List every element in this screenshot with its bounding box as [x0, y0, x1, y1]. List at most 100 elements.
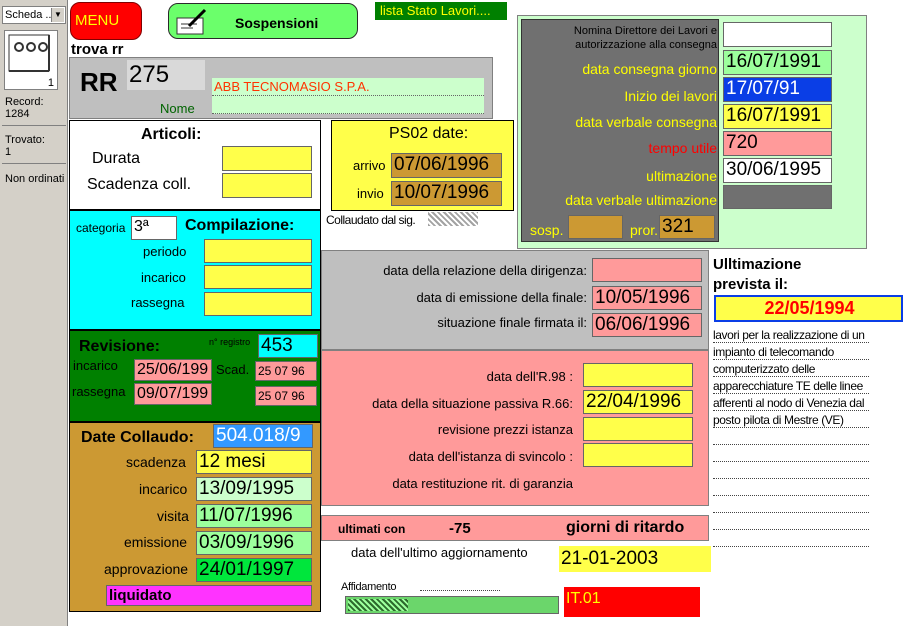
record-value: 1284 — [5, 108, 30, 120]
registro-field[interactable]: 453 — [258, 334, 318, 358]
company-name-field[interactable]: ABB TECNOMASIO S.P.A. — [212, 78, 484, 96]
periodo-field[interactable] — [204, 239, 312, 263]
verbale-ultimazione-field[interactable] — [723, 185, 832, 209]
page-number: 1 — [47, 77, 54, 89]
invio-field[interactable]: 10/07/1996 — [391, 181, 502, 206]
inizio-field[interactable]: 17/07/91 — [723, 77, 832, 102]
tempo-utile-field[interactable]: 720 — [723, 131, 832, 156]
collaudo-incarico-field[interactable]: 13/09/1995 — [196, 477, 312, 501]
liquidato-toggle[interactable]: liquidato — [106, 585, 312, 606]
r98-field[interactable] — [583, 363, 693, 387]
firmata-label: situazione finale firmata il: — [437, 315, 587, 330]
revisione-incarico-field[interactable]: 25/06/199 — [134, 359, 212, 381]
durata-field[interactable] — [222, 146, 312, 171]
chevron-down-icon[interactable]: ▼ — [51, 8, 64, 22]
svincolo-field[interactable] — [583, 443, 693, 467]
sospensioni-button[interactable]: Sospensioni — [168, 3, 358, 39]
revisione-rassegna-label: rassegna — [72, 384, 126, 399]
categoria-field[interactable]: 3ª — [131, 216, 177, 240]
firmata-field[interactable]: 06/06/1996 — [592, 313, 702, 337]
menu-button[interactable]: MENU — [70, 2, 142, 40]
collaudo-emissione-field[interactable]: 03/09/1996 — [196, 531, 312, 555]
pror-label: pror. — [630, 222, 659, 238]
scad1-field[interactable]: 25 07 96 — [255, 361, 317, 381]
affidamento-field[interactable] — [345, 596, 559, 614]
categoria-label: categoria — [76, 221, 126, 235]
scadenza-coll-label: Scadenza coll. — [87, 176, 192, 193]
nomina-field[interactable] — [723, 22, 832, 47]
dirigenza-label: data della relazione della dirigenza: — [383, 263, 587, 278]
sidebar-divider — [2, 125, 66, 126]
invio-label: invio — [357, 186, 384, 201]
periodo-label: periodo — [143, 244, 187, 259]
ring-binder-icon[interactable]: 1 — [4, 30, 58, 90]
incarico-label: incarico — [141, 270, 186, 285]
ultimazione-label: ultimazione — [646, 168, 717, 184]
emissione-finale-label: data di emissione della finale: — [416, 290, 587, 305]
arrivo-field[interactable]: 07/06/1996 — [391, 153, 502, 178]
rr-number-field[interactable]: 275 — [127, 60, 205, 90]
collaudo-incarico-label: incarico — [139, 481, 188, 497]
ultimazione-field[interactable]: 30/06/1995 — [723, 158, 832, 183]
emissione-finale-field[interactable]: 10/05/1996 — [592, 286, 702, 310]
ultimazione-prevista-title-text: Ulltimazione prevista il: — [713, 256, 802, 293]
trova-rr-label[interactable]: trova rr — [71, 41, 124, 58]
collaudo-title: Date Collaudo: — [81, 429, 194, 446]
scadenza-field[interactable]: 12 mesi — [196, 450, 312, 474]
r98-label: data dell'R.98 : — [486, 369, 573, 384]
pror-field[interactable]: 321 — [659, 215, 715, 239]
record-selector-sidebar — [0, 0, 68, 626]
approvazione-label: approvazione — [104, 561, 189, 577]
visita-field[interactable]: 11/07/1996 — [196, 504, 312, 528]
incarico-field[interactable] — [204, 265, 312, 289]
ultimati-label: ultimati con — [338, 522, 406, 536]
sosp-field[interactable] — [568, 215, 623, 239]
ring-binder-graphic — [8, 34, 50, 72]
nomina-label-text: Nomina Direttore dei Lavori e autorizzaz… — [573, 25, 717, 51]
affidamento-code-field[interactable]: IT.01 — [564, 587, 700, 617]
affidamento-pattern — [348, 599, 408, 611]
r66-field[interactable]: 22/04/1996 — [583, 390, 693, 414]
articoli-title: Articoli: — [141, 126, 202, 143]
r66-label: data della situazione passiva R.66: — [372, 396, 573, 411]
consegna-label: data consegna giorno — [582, 61, 717, 77]
inizio-label: Inizio dei lavori — [624, 88, 717, 104]
rassegna-field[interactable] — [204, 292, 312, 316]
revisione-rassegna-field[interactable]: 09/07/199 — [134, 383, 212, 405]
trovato-value: 1 — [5, 146, 12, 158]
compilazione-title: Compilazione: — [185, 217, 295, 234]
direttore-inner-panel — [521, 19, 719, 242]
description-line — [713, 512, 869, 513]
arrivo-label: arrivo — [353, 158, 386, 173]
description-line — [713, 444, 869, 445]
prezzi-field[interactable] — [583, 417, 693, 441]
dirigenza-field[interactable] — [592, 258, 702, 282]
view-selector-dropdown[interactable]: Scheda ... ▼ — [2, 6, 66, 24]
aggiornamento-field[interactable]: 21-01-2003 — [559, 546, 711, 572]
revisione-incarico-label: incarico — [73, 358, 118, 373]
verbale-consegna-field[interactable]: 16/07/1991 — [723, 104, 832, 129]
verbale-ultimazione-label: data verbale ultimazione — [565, 192, 717, 208]
sospensioni-button-label: Sospensioni — [235, 15, 319, 31]
sort-status-label: Non ordinati — [5, 173, 65, 185]
approvazione-field[interactable]: 24/01/1997 — [196, 558, 312, 582]
giorni-ritardo-label: giorni di ritardo — [566, 519, 685, 536]
nomina-label: Nomina Direttore dei Lavori e autorizzaz… — [523, 24, 717, 52]
collaudo-code-field[interactable]: 504.018/9 — [213, 424, 313, 448]
aggiornamento-label: data dell'ultimo aggiornamento — [351, 545, 528, 560]
ultimazione-prevista-field[interactable]: 22/05/1994 — [714, 295, 903, 322]
sosp-label: sosp. — [530, 222, 564, 238]
scad2-field[interactable]: 25 07 96 — [255, 386, 317, 406]
ritardo-value[interactable]: -75 — [449, 520, 471, 537]
scadenza-coll-field[interactable] — [222, 173, 312, 198]
ultimazione-prevista-title: Ulltimazione prevista il: — [713, 255, 833, 295]
consegna-field[interactable]: 16/07/1991 — [723, 50, 832, 75]
work-description-text[interactable]: lavori per la realizzazione di un impian… — [713, 327, 871, 429]
pen-writing-icon — [176, 8, 207, 35]
rassegna-label: rassegna — [131, 295, 185, 310]
record-label: Record: — [5, 96, 44, 108]
collaudato-signature-field[interactable] — [428, 212, 478, 226]
prezzi-label: revisione prezzi istanza — [437, 422, 573, 437]
scadenza-label: scadenza — [126, 454, 186, 470]
lista-stato-lavori-button[interactable]: lista Stato Lavori.... — [375, 2, 507, 20]
